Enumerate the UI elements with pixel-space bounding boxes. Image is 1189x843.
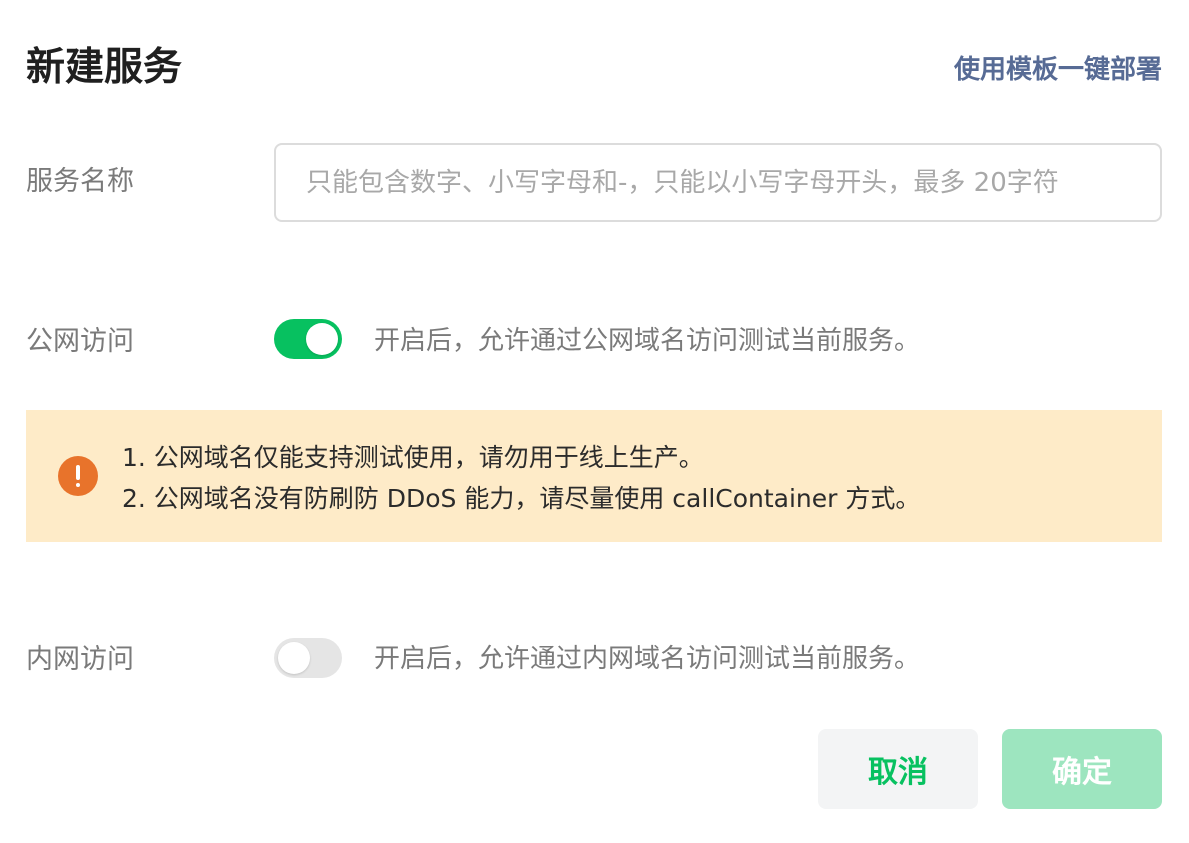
warning-notice: 1. 公网域名仅能支持测试使用，请勿用于线上生产。 2. 公网域名没有防刷防 D… bbox=[26, 410, 1162, 542]
warning-line-1: 1. 公网域名仅能支持测试使用，请勿用于线上生产。 bbox=[122, 443, 704, 472]
service-name-label: 服务名称 bbox=[26, 166, 134, 197]
public-access-label: 公网访问 bbox=[26, 326, 134, 357]
confirm-button[interactable]: 确定 bbox=[1002, 729, 1162, 809]
service-name-input[interactable] bbox=[274, 143, 1162, 222]
private-access-toggle[interactable] bbox=[274, 638, 342, 678]
toggle-knob bbox=[306, 323, 338, 355]
cancel-button[interactable]: 取消 bbox=[818, 729, 978, 809]
public-access-toggle[interactable] bbox=[274, 319, 342, 359]
private-access-label: 内网访问 bbox=[26, 644, 134, 675]
private-access-description: 开启后，允许通过内网域名访问测试当前服务。 bbox=[374, 644, 921, 674]
exclamation-circle-icon bbox=[58, 456, 98, 496]
dialog-title: 新建服务 bbox=[26, 45, 183, 90]
public-access-description: 开启后，允许通过公网域名访问测试当前服务。 bbox=[374, 326, 921, 356]
template-deploy-link[interactable]: 使用模板一键部署 bbox=[954, 52, 1162, 88]
warning-line-2: 2. 公网域名没有防刷防 DDoS 能力，请尽量使用 callContainer… bbox=[122, 484, 921, 513]
toggle-knob bbox=[278, 642, 310, 674]
